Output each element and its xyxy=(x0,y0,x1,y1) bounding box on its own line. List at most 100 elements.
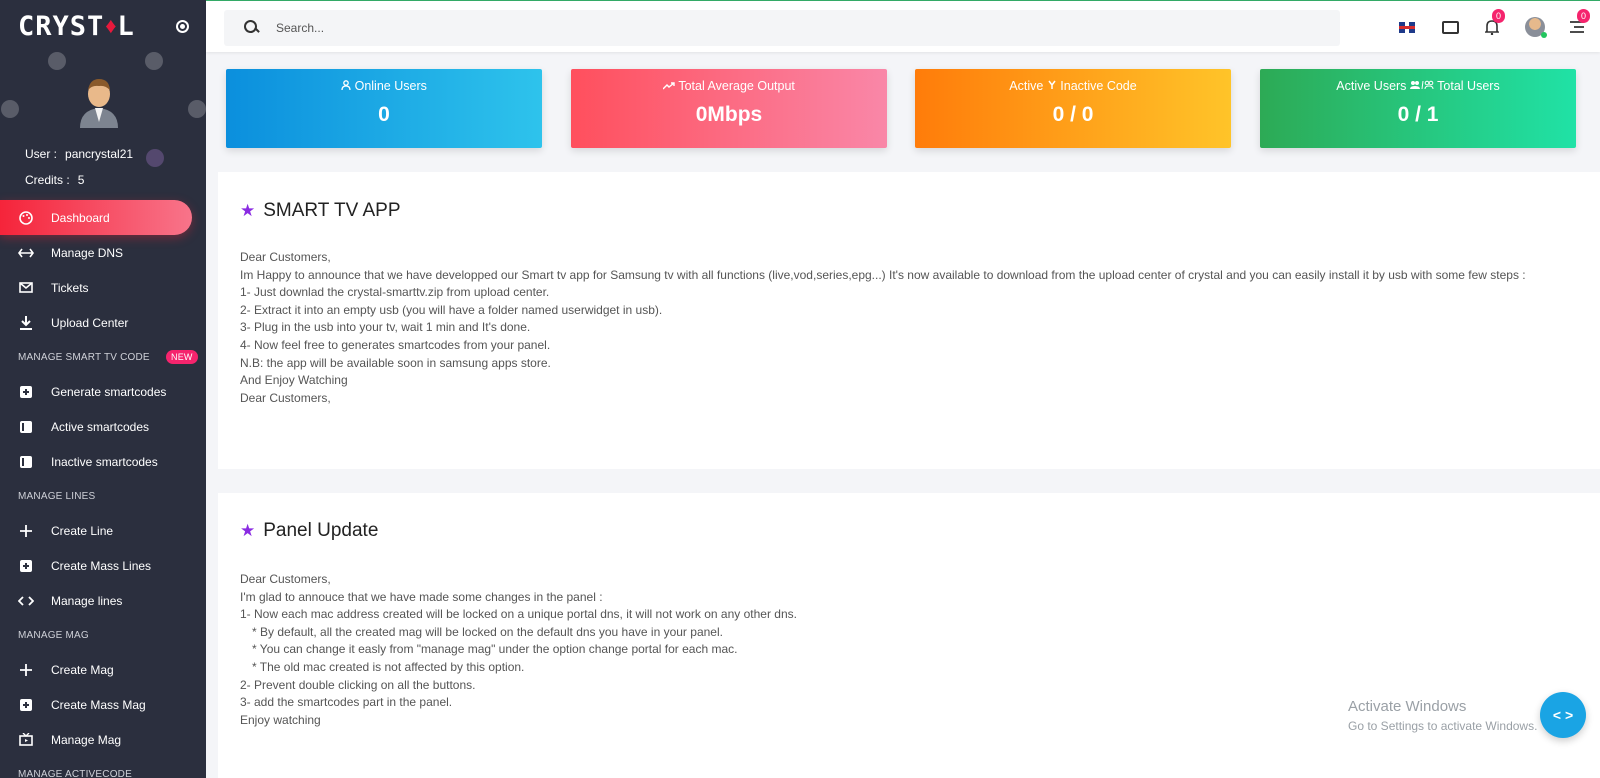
download-icon xyxy=(18,315,34,331)
section-heading-mag: MANAGE MAG xyxy=(0,618,206,652)
sidebar-item-create-line[interactable]: Create Line xyxy=(0,513,206,548)
tv-icon xyxy=(18,732,34,748)
sidebar-item-manage-mag[interactable]: Manage Mag xyxy=(0,722,206,757)
announcement-line: 4- Now feel free to generates smartcodes… xyxy=(240,337,551,352)
star-icon: ★ xyxy=(240,201,256,220)
sidebar-item-manage-dns[interactable]: Manage DNS xyxy=(0,235,206,270)
envelope-icon xyxy=(18,280,34,296)
announcement-line: Dear Customers, xyxy=(240,250,331,264)
stat-card-total-average-output: Total Average Output 0Mbps xyxy=(571,69,887,148)
stat-card-title: Active Inactive Code xyxy=(915,79,1231,93)
sidebar-item-active-smartcodes[interactable]: Active smartcodes xyxy=(0,409,206,444)
bell-icon[interactable]: 0 xyxy=(1482,9,1505,37)
menu-list-icon[interactable]: 0 xyxy=(1567,9,1590,37)
credits-label: Credits : xyxy=(25,173,70,187)
search-icon[interactable] xyxy=(244,20,260,36)
plus-square-icon xyxy=(18,384,34,400)
stat-value: 0 xyxy=(378,103,390,126)
language-flag-icon[interactable] xyxy=(1397,17,1417,37)
announcement-title: ★ SMART TV APP xyxy=(240,200,401,222)
announcement-line: Enjoy watching xyxy=(240,712,321,727)
palette-icon xyxy=(18,210,34,226)
sidebar-item-create-mag[interactable]: Create Mag xyxy=(0,652,206,687)
section-heading-text: MANAGE MAG xyxy=(18,629,89,641)
star-icon: ★ xyxy=(240,521,256,540)
gem-icon: ♦ xyxy=(105,13,117,38)
announcement-line: 1- Just downlad the crystal-smarttv.zip … xyxy=(240,285,550,300)
fullscreen-icon[interactable] xyxy=(1440,17,1460,37)
decor-bubble xyxy=(146,149,164,167)
sidebar-item-create-mass-mag[interactable]: Create Mass Mag xyxy=(0,687,206,722)
sidebar-item-dashboard[interactable]: Dashboard xyxy=(0,200,192,235)
announcement-smart-tv-app: ★ SMART TV APP Dear Customers, Im Happy … xyxy=(218,172,1600,469)
stat-card-title: Active Users Total Users xyxy=(1260,79,1576,93)
announcement-line: * You can change it easly from "manage m… xyxy=(252,642,738,657)
avatar-icon xyxy=(1525,17,1547,38)
code-toggle-button[interactable]: < > xyxy=(1540,692,1586,738)
stat-value: 0 / 1 xyxy=(1397,103,1439,126)
sidebar: CRYST ♦ L User : pancrystal21 Credits :5 … xyxy=(0,0,206,778)
search-input[interactable] xyxy=(276,21,1176,35)
announcement-line: Dear Customers, xyxy=(240,390,331,405)
announcement-line: 2- Extract it into an empty usb (you wil… xyxy=(240,302,663,317)
stat-title-text: Total Average Output xyxy=(678,79,795,93)
sidebar-item-manage-lines[interactable]: Manage lines xyxy=(0,583,206,618)
sidebar-item-tickets[interactable]: Tickets xyxy=(0,270,206,305)
search-bar[interactable] xyxy=(224,10,1340,46)
stat-value: 0 / 0 xyxy=(1052,103,1094,126)
sidebar-item-label: Dashboard xyxy=(51,210,110,225)
topbar: 0 0 xyxy=(206,0,1600,52)
stat-title-text: Online Users xyxy=(354,79,427,93)
announcement-body: Dear Customers, I'm glad to annouce that… xyxy=(240,571,797,729)
decor-bubble xyxy=(48,52,66,70)
announcement-line: 3- add the smartcodes part in the panel. xyxy=(240,695,453,710)
sidebar-item-label: Active smartcodes xyxy=(51,419,150,434)
stat-card-title: Total Average Output xyxy=(571,79,887,93)
sidebar-item-inactive-smartcodes[interactable]: Inactive smartcodes xyxy=(0,444,206,479)
announcement-line: * The old mac created is not affected by… xyxy=(252,659,525,674)
sidebar-item-label: Inactive smartcodes xyxy=(51,454,158,469)
sidebar-menu: Dashboard Manage DNS Tickets Upload Cent… xyxy=(0,200,206,778)
announcement-line: Dear Customers, xyxy=(240,572,331,586)
list-square-icon xyxy=(18,454,34,470)
user-info: User : pancrystal21 Credits : 5 xyxy=(25,141,133,193)
plus-icon xyxy=(18,662,34,678)
branch-icon xyxy=(1047,79,1060,93)
sidebar-item-create-mass-lines[interactable]: Create Mass Lines xyxy=(0,548,206,583)
code-icon: < > xyxy=(1552,707,1574,723)
announcement-title-text: Panel Update xyxy=(263,520,379,541)
section-heading-text: MANAGE SMART TV CODE xyxy=(18,351,150,363)
section-heading-text: MANAGE LINES xyxy=(18,490,96,502)
sidebar-item-label: Tickets xyxy=(51,280,89,295)
notification-count-badge: 0 xyxy=(1492,9,1505,23)
sidebar-item-generate-smartcodes[interactable]: Generate smartcodes xyxy=(0,374,206,409)
logo-text-right: L xyxy=(117,10,135,42)
decor-bubble xyxy=(145,52,163,70)
user-icon xyxy=(341,79,354,93)
sidebar-item-upload-center[interactable]: Upload Center xyxy=(0,305,206,340)
announcement-line: N.B: the app will be available soon in s… xyxy=(240,355,551,370)
stat-title-text: Active Users xyxy=(1336,79,1407,93)
plus-square-icon xyxy=(18,697,34,713)
announcement-body: Dear Customers, Im Happy to announce tha… xyxy=(240,249,1526,407)
sidebar-item-label: Create Mass Lines xyxy=(51,558,152,573)
watermark-line-1: Activate Windows xyxy=(1348,698,1467,715)
stat-title-text: Inactive Code xyxy=(1060,79,1137,93)
sidebar-toggle-icon[interactable] xyxy=(176,20,189,33)
announcement-line: Im Happy to announce that we have develo… xyxy=(240,267,1526,282)
plus-square-icon xyxy=(18,558,34,574)
list-square-icon xyxy=(18,419,34,435)
stat-card-title: Online Users xyxy=(226,79,542,93)
user-avatar-menu[interactable] xyxy=(1525,17,1547,38)
announcement-line: I'm glad to annouce that we have made so… xyxy=(240,589,603,604)
avatar-icon xyxy=(80,79,118,128)
section-heading-activecode: MANAGE ACTIVECODE xyxy=(0,757,206,778)
plus-icon xyxy=(18,523,34,539)
stat-title-text: Active xyxy=(1009,79,1044,93)
announcement-line: And Enjoy Watching xyxy=(240,373,348,388)
logo[interactable]: CRYST ♦ L xyxy=(0,0,206,52)
sidebar-item-label: Create Mass Mag xyxy=(51,697,146,712)
stat-title-text: Total Users xyxy=(1437,79,1500,93)
activate-windows-watermark: Activate Windows Go to Settings to activ… xyxy=(1348,698,1537,733)
user-label: User : xyxy=(25,147,58,161)
